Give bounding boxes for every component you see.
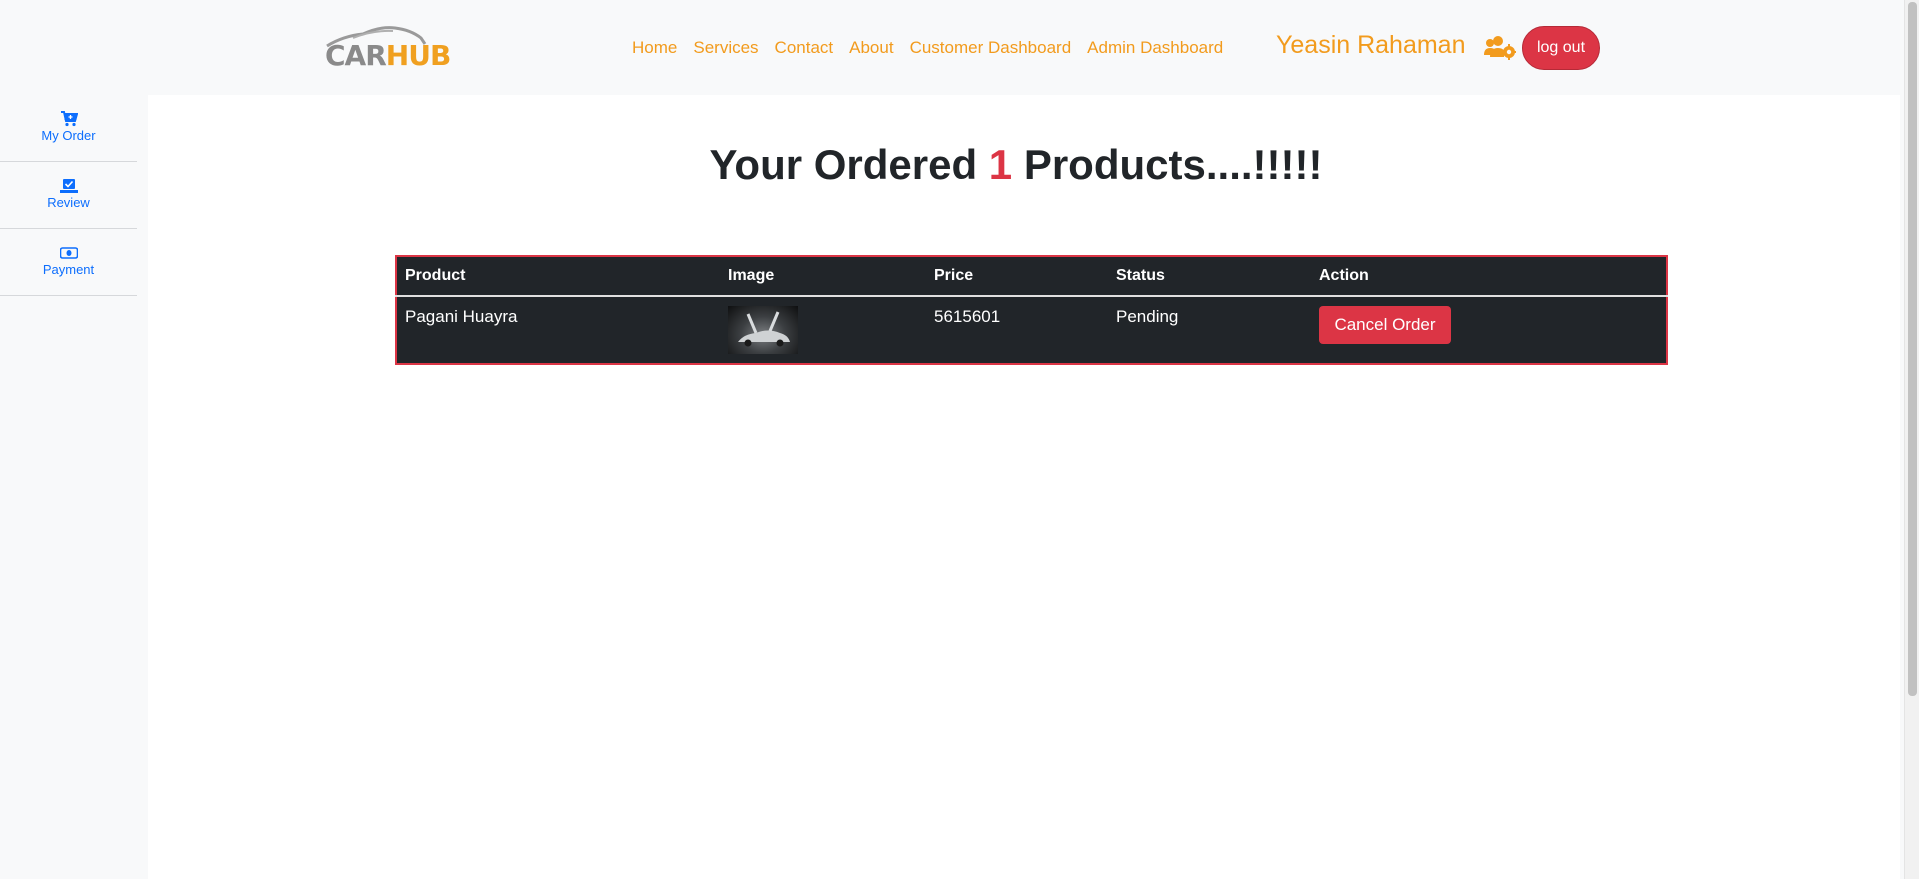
column-header-status: Status: [1108, 256, 1311, 297]
logout-button[interactable]: log out: [1522, 26, 1600, 70]
title-prefix: Your Ordered: [709, 141, 989, 188]
product-name: Pagani Huayra: [405, 307, 518, 326]
logo-text-hub: HUB: [385, 39, 452, 72]
table-header-row: Product Image Price Status Action: [396, 256, 1667, 297]
product-image-cell: [720, 296, 926, 364]
action-cell: Cancel Order: [1311, 296, 1667, 364]
carhub-logo[interactable]: CARHUB: [323, 24, 465, 72]
nav-home[interactable]: Home: [632, 38, 677, 58]
cancel-order-button[interactable]: Cancel Order: [1319, 306, 1451, 344]
check-box-icon: [59, 179, 78, 193]
sidebar-item-review[interactable]: Review: [0, 162, 137, 229]
cart-plus-icon: [60, 111, 78, 127]
logo-text-car: CAR: [325, 39, 387, 72]
sidebar-item-label: Payment: [42, 262, 95, 277]
nav-services[interactable]: Services: [693, 38, 758, 58]
title-suffix: Products....!!!!!: [1012, 141, 1323, 188]
page-title: Your Ordered 1 Products....!!!!!: [148, 141, 1884, 189]
sidebar-item-my-order[interactable]: My Order: [0, 95, 137, 162]
nav-links: Home Services Contact About Customer Das…: [632, 36, 1223, 60]
column-header-price: Price: [926, 256, 1108, 297]
nav-contact[interactable]: Contact: [775, 38, 834, 58]
nav-about[interactable]: About: [849, 38, 893, 58]
car-thumbnail-image: [728, 306, 798, 354]
sidebar-item-label: Review: [47, 195, 90, 210]
nav-customer-dashboard[interactable]: Customer Dashboard: [910, 38, 1072, 58]
money-bill-icon: [59, 247, 78, 259]
product-price: 5615601: [934, 307, 1001, 326]
main-content: Your Ordered 1 Products....!!!!! Product…: [148, 95, 1900, 879]
column-header-product: Product: [396, 256, 720, 297]
scrollbar-thumb[interactable]: [1908, 2, 1917, 696]
column-header-action: Action: [1311, 256, 1667, 297]
nav-admin-dashboard[interactable]: Admin Dashboard: [1087, 38, 1223, 58]
order-status: Pending: [1116, 307, 1179, 326]
user-name: Yeasin Rahaman: [1276, 31, 1466, 59]
column-header-image: Image: [720, 256, 926, 297]
sidebar: My Order Review Payment: [0, 95, 148, 879]
table-row: Pagani Huayra 5615601 Pending Cancel Ord…: [396, 296, 1667, 364]
sidebar-item-label: My Order: [41, 128, 96, 143]
users-cog-icon: [1484, 36, 1516, 60]
navbar: CARHUB Home Services Contact About Custo…: [0, 0, 1900, 95]
orders-table: Product Image Price Status Action Pagani…: [395, 255, 1668, 365]
car-image-icon: [738, 311, 790, 347]
vertical-scrollbar[interactable]: [1904, 0, 1919, 879]
order-count: 1: [988, 141, 1013, 188]
sidebar-item-payment[interactable]: Payment: [0, 229, 137, 296]
